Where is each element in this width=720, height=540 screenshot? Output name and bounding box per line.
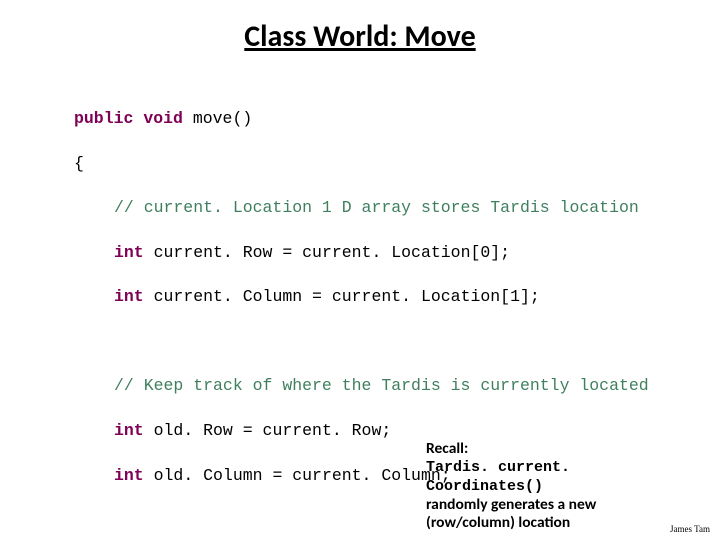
code-line-2: { bbox=[74, 153, 720, 175]
recall-line3: (row/column) location bbox=[426, 513, 570, 532]
footer-author: James Tam bbox=[670, 524, 710, 534]
kw-int-3: int bbox=[114, 421, 144, 440]
code-line-5: int current. Column = current. Location[… bbox=[114, 286, 720, 308]
code-line-7: int old. Row = current. Row; bbox=[114, 420, 720, 442]
kw-int-2: int bbox=[114, 287, 144, 306]
kw-int-1: int bbox=[114, 243, 144, 262]
recall-label: Recall: bbox=[426, 439, 468, 458]
recall-mono: Tardis. current. Coordinates() bbox=[426, 459, 570, 495]
code-line-3: // current. Location 1 D array stores Ta… bbox=[114, 197, 720, 219]
code-line-4: int current. Row = current. Location[0]; bbox=[114, 242, 720, 264]
recall-note: Recall: Tardis. current. Coordinates() r… bbox=[426, 440, 686, 532]
code-l7-rest: old. Row = current. Row; bbox=[144, 421, 392, 440]
slide-title: Class World: Move bbox=[0, 18, 720, 55]
code-l1-rest: move() bbox=[183, 109, 252, 128]
slide: Class World: Move public void move() { /… bbox=[0, 0, 720, 540]
kw-int-4: int bbox=[114, 466, 144, 485]
kw-void: void bbox=[143, 109, 183, 128]
blank-1 bbox=[74, 331, 720, 353]
code-line-1: public void move() bbox=[74, 108, 720, 130]
code-l5-rest: current. Column = current. Location[1]; bbox=[144, 287, 540, 306]
code-l4-rest: current. Row = current. Location[0]; bbox=[144, 243, 510, 262]
code-line-6: // Keep track of where the Tardis is cur… bbox=[114, 375, 720, 397]
code-l8-rest: old. Column = current. Column; bbox=[144, 466, 451, 485]
recall-line2: randomly generates a new bbox=[426, 495, 596, 514]
kw-public: public bbox=[74, 109, 133, 128]
